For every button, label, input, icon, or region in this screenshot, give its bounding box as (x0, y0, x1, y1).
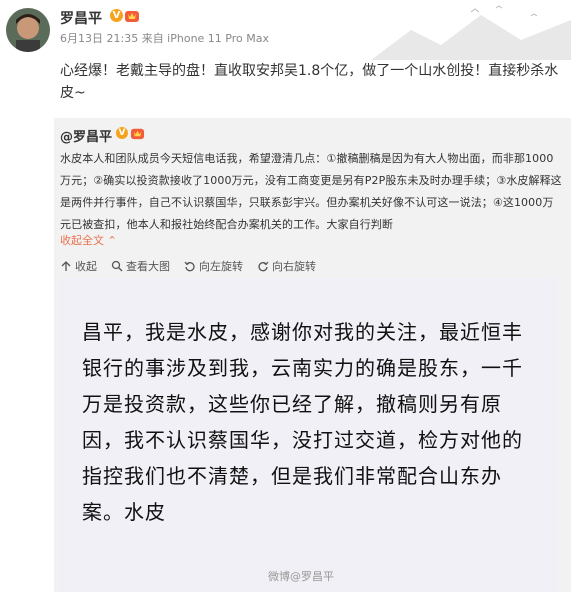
attached-message-image[interactable]: 昌平，我是水皮，感谢你对我的关注，最近恒丰银行的事涉及到我，云南实力的确是股东，… (58, 278, 558, 592)
magnifier-icon (111, 260, 123, 272)
rotate-right-icon (258, 261, 269, 272)
rotate-left-label: 向左旋转 (199, 260, 243, 273)
view-large-label: 查看大图 (126, 260, 170, 273)
arrow-up-icon (61, 261, 71, 271)
ink-landscape-decoration (371, 5, 571, 60)
vip-crown-icon (125, 11, 139, 22)
rotate-right-label: 向右旋转 (272, 260, 316, 273)
collapse-full-text-link[interactable]: 收起全文 ⌃ (60, 232, 117, 248)
verified-badge-icon: V (110, 9, 123, 22)
rotate-left-icon (184, 261, 195, 272)
rotate-left-button[interactable]: 向左旋转 (184, 257, 243, 275)
post-text: 心经爆！老戴主导的盘！直收取安邦吴1.8个亿，做了一个山水创投！直接秒杀水皮~ (60, 63, 559, 101)
author-name[interactable]: 罗昌平 (60, 8, 102, 28)
collapse-full-text-label: 收起全文 (60, 234, 104, 247)
collapse-label: 收起 (75, 260, 97, 273)
view-large-button[interactable]: 查看大图 (111, 257, 170, 275)
repost-text: 水皮本人和团队成员今天短信电话我，希望澄清几点：①撤稿删稿是因为有大人物出面，而… (60, 152, 562, 231)
collapse-button[interactable]: 收起 (60, 257, 97, 275)
image-toolbar: 收起 查看大图 向左旋转 向右旋转 (60, 257, 316, 275)
weibo-watermark: 微博@罗昌平 (268, 570, 334, 583)
rotate-right-button[interactable]: 向右旋转 (257, 257, 316, 275)
post-meta: 6月13日 21:35 来自 iPhone 11 Pro Max (60, 32, 269, 45)
verified-badge-icon: V (116, 127, 128, 139)
image-message-text: 昌平，我是水皮，感谢你对我的关注，最近恒丰银行的事涉及到我，云南实力的确是股东，… (82, 320, 523, 524)
vip-crown-icon (130, 128, 145, 140)
chevron-up-icon: ⌃ (107, 234, 117, 247)
avatar[interactable] (6, 8, 50, 52)
repost-author[interactable]: @罗昌平 (60, 126, 112, 145)
repost-panel: @罗昌平 V 水皮本人和团队成员今天短信电话我，希望澄清几点：①撤稿删稿是因为有… (54, 118, 571, 592)
post-header: 罗昌平 V 6月13日 21:35 来自 iPhone 11 Pro Max 心… (0, 0, 571, 112)
